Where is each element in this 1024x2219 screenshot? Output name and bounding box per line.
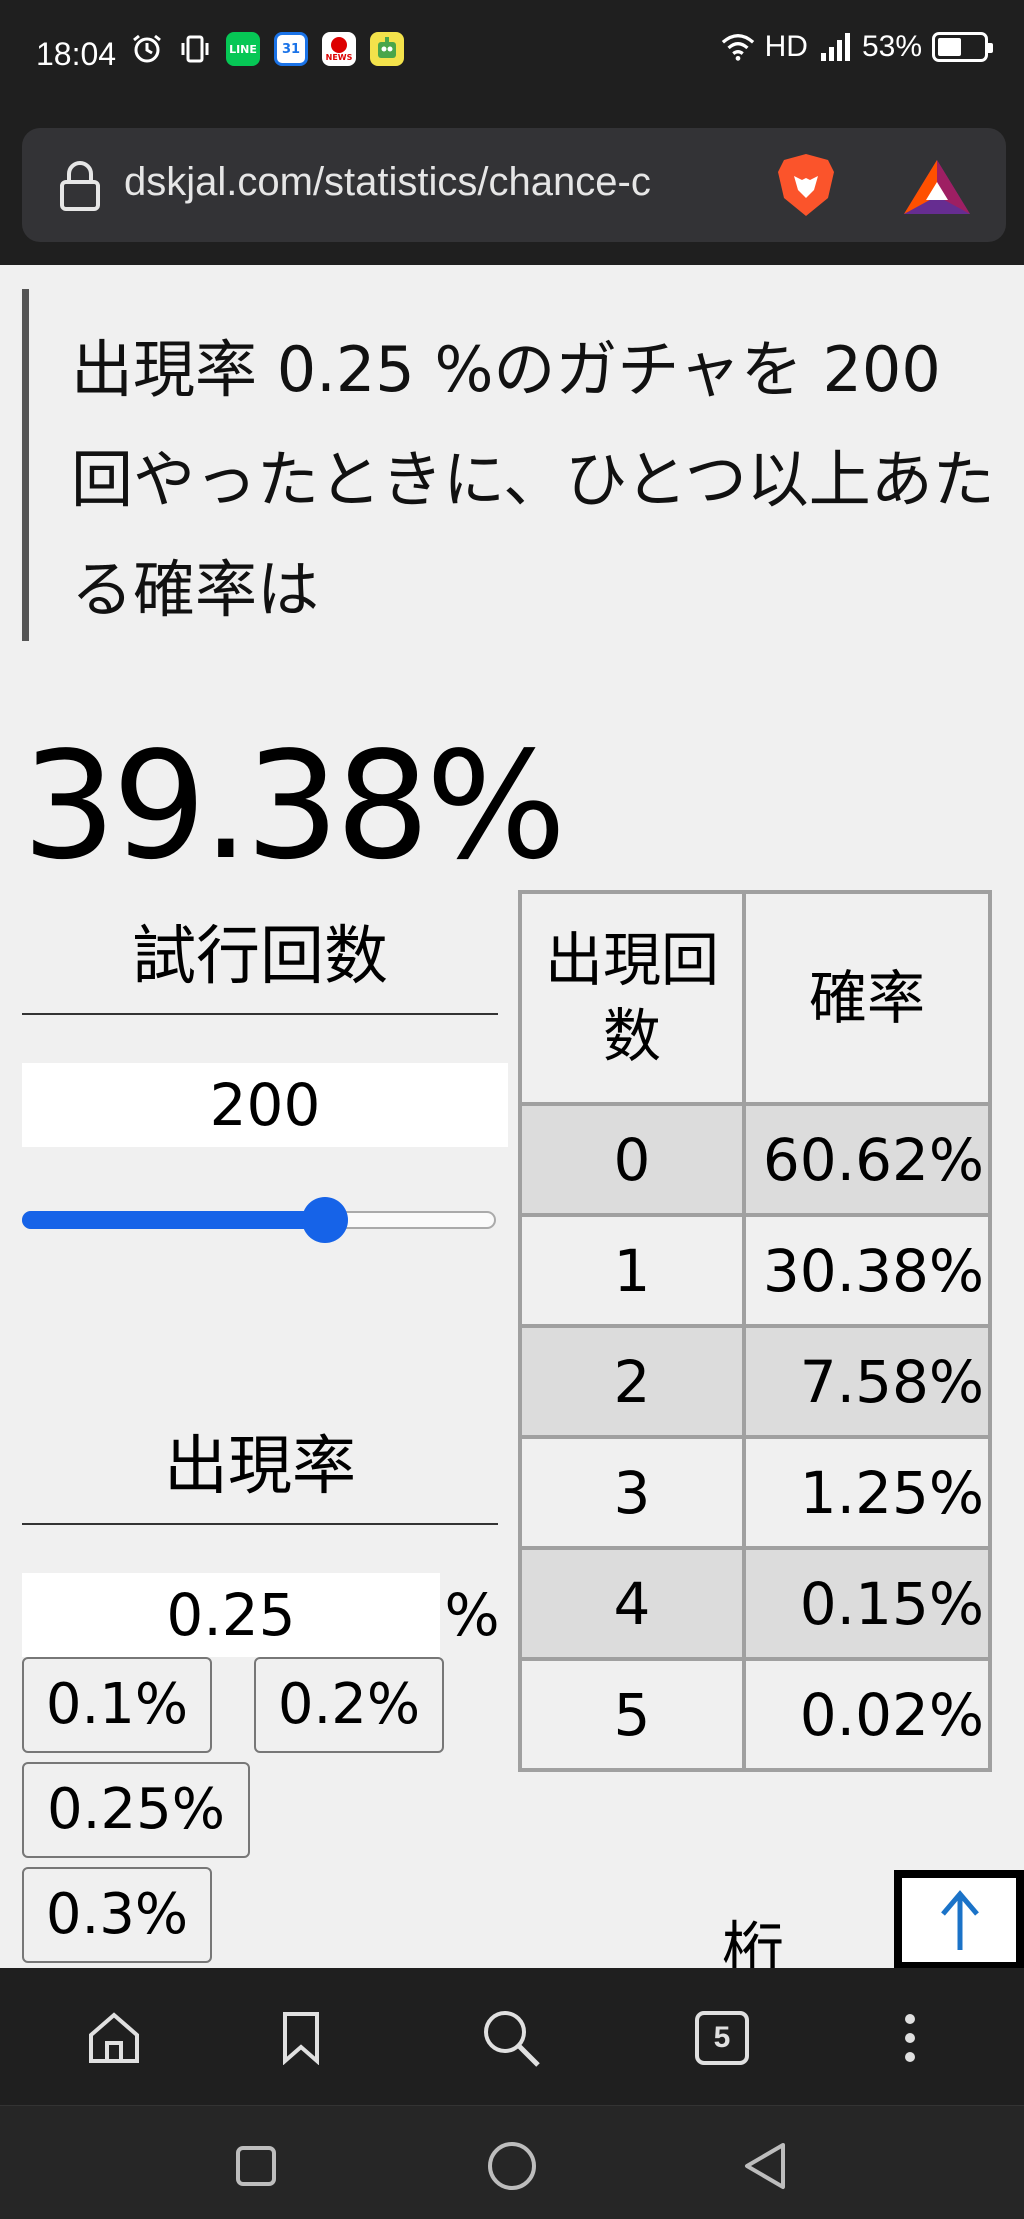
home-icon	[89, 2012, 139, 2063]
result-probability: 39.38%	[22, 720, 566, 892]
table-row: 4 0.15%	[518, 1546, 992, 1661]
search-icon	[484, 2011, 540, 2067]
row-probability: 7.58%	[742, 1324, 992, 1439]
bookmark-button[interactable]	[269, 2006, 333, 2070]
back-nav-button[interactable]	[735, 2136, 795, 2196]
robot-app-icon	[370, 32, 404, 66]
row-probability: 30.38%	[742, 1213, 992, 1328]
battery-icon	[932, 32, 993, 62]
page-content: 出現率 0.25 %のガチャを 200 回やったときに、ひとつ以上あたる確率は …	[0, 265, 1024, 1968]
line-app-label: LINE	[229, 42, 257, 56]
trials-slider[interactable]	[22, 1189, 496, 1249]
table-row: 2 7.58%	[518, 1324, 992, 1439]
wifi-icon	[721, 30, 755, 64]
rate-unit: %	[444, 1581, 500, 1649]
menu-button[interactable]	[878, 2006, 942, 2070]
row-probability: 1.25%	[742, 1435, 992, 1550]
row-probability: 60.62%	[742, 1102, 992, 1217]
brave-rewards-icon[interactable]	[902, 158, 972, 216]
battery-tip	[988, 43, 993, 53]
browser-address-area: dskjal.com/statistics/chance-c	[0, 110, 1024, 265]
input-panel: 試行回数 200 出現率 0.25 %	[22, 905, 510, 1657]
arrow-up-icon	[941, 1890, 979, 1950]
network-label: HD	[764, 30, 808, 63]
table-header-row: 出現回数 確率	[518, 890, 992, 1106]
circle-icon	[488, 2142, 536, 2190]
row-count: 0	[518, 1102, 746, 1217]
digits-label: 桁	[722, 1914, 785, 1968]
rate-input[interactable]: 0.25	[22, 1573, 440, 1657]
row-count: 2	[518, 1324, 746, 1439]
back-triangle-icon	[745, 2143, 785, 2189]
table-row: 5 0.02%	[518, 1657, 992, 1772]
preset-button-0-2[interactable]: 0.2%	[254, 1657, 444, 1753]
bookmark-icon	[283, 2012, 319, 2065]
row-probability: 0.02%	[742, 1657, 992, 1772]
slider-fill	[22, 1211, 326, 1229]
news-app-label: NEWS	[325, 52, 353, 62]
row-count: 1	[518, 1213, 746, 1328]
home-button[interactable]	[82, 2006, 146, 2070]
preset-button-0-25[interactable]: 0.25%	[22, 1762, 250, 1858]
lock-icon[interactable]	[58, 160, 102, 212]
news-dot	[331, 36, 347, 53]
news-app-icon: NEWS	[322, 32, 356, 66]
row-probability: 0.15%	[742, 1546, 992, 1661]
trials-input[interactable]: 200	[22, 1063, 508, 1147]
alarm-icon	[130, 32, 164, 66]
rate-title: 出現率	[22, 1415, 498, 1525]
slider-thumb[interactable]	[302, 1197, 349, 1243]
table-row: 3 1.25%	[518, 1435, 992, 1550]
browser-toolbar: 5	[0, 1968, 1024, 2105]
brave-shields-icon[interactable]	[774, 152, 838, 218]
row-count: 5	[518, 1657, 746, 1772]
url-text[interactable]: dskjal.com/statistics/chance-c	[124, 160, 774, 214]
vibrate-icon	[178, 32, 212, 66]
square-icon	[236, 2146, 276, 2186]
table-row: 0 60.62%	[518, 1102, 992, 1217]
trials-title: 試行回数	[22, 905, 498, 1015]
header-probability: 確率	[742, 890, 992, 1106]
status-time: 18:04	[36, 36, 117, 72]
calendar-icon: 31	[274, 32, 308, 66]
header-count: 出現回数	[518, 890, 746, 1106]
table-row: 1 30.38%	[518, 1213, 992, 1328]
probability-table: 出現回数 確率 0 60.62% 1 30.38% 2 7.58% 3 1.25…	[518, 890, 992, 1772]
home-nav-button[interactable]	[482, 2136, 542, 2196]
tabs-button[interactable]: 5	[690, 2006, 754, 2070]
address-bar[interactable]: dskjal.com/statistics/chance-c	[22, 128, 1006, 242]
notification-icons: LINE 31 NEWS	[130, 32, 404, 66]
line-app-icon: LINE	[226, 32, 260, 66]
system-navigation-bar	[0, 2105, 1024, 2219]
status-bar: 18:04 LINE 31 NEWS HD 53%	[0, 0, 1024, 110]
rate-row: 0.25 %	[22, 1573, 510, 1657]
system-status: HD 53%	[721, 30, 993, 64]
more-vertical-icon	[905, 2014, 915, 2062]
signal-icon	[818, 30, 852, 64]
preset-button-0-1[interactable]: 0.1%	[22, 1657, 212, 1753]
search-button[interactable]	[479, 2006, 543, 2070]
row-count: 4	[518, 1546, 746, 1661]
calendar-day: 31	[281, 41, 301, 57]
battery-percent: 53%	[861, 30, 922, 63]
preset-button-0-3[interactable]: 0.3%	[22, 1867, 212, 1963]
battery-fill	[938, 38, 962, 56]
recents-button[interactable]	[226, 2136, 286, 2196]
row-count: 3	[518, 1435, 746, 1550]
back-to-top-button[interactable]	[894, 1870, 1024, 1968]
question-quote: 出現率 0.25 %のガチャを 200 回やったときに、ひとつ以上あたる確率は	[22, 289, 1002, 641]
tab-count-icon: 5	[695, 2011, 749, 2065]
